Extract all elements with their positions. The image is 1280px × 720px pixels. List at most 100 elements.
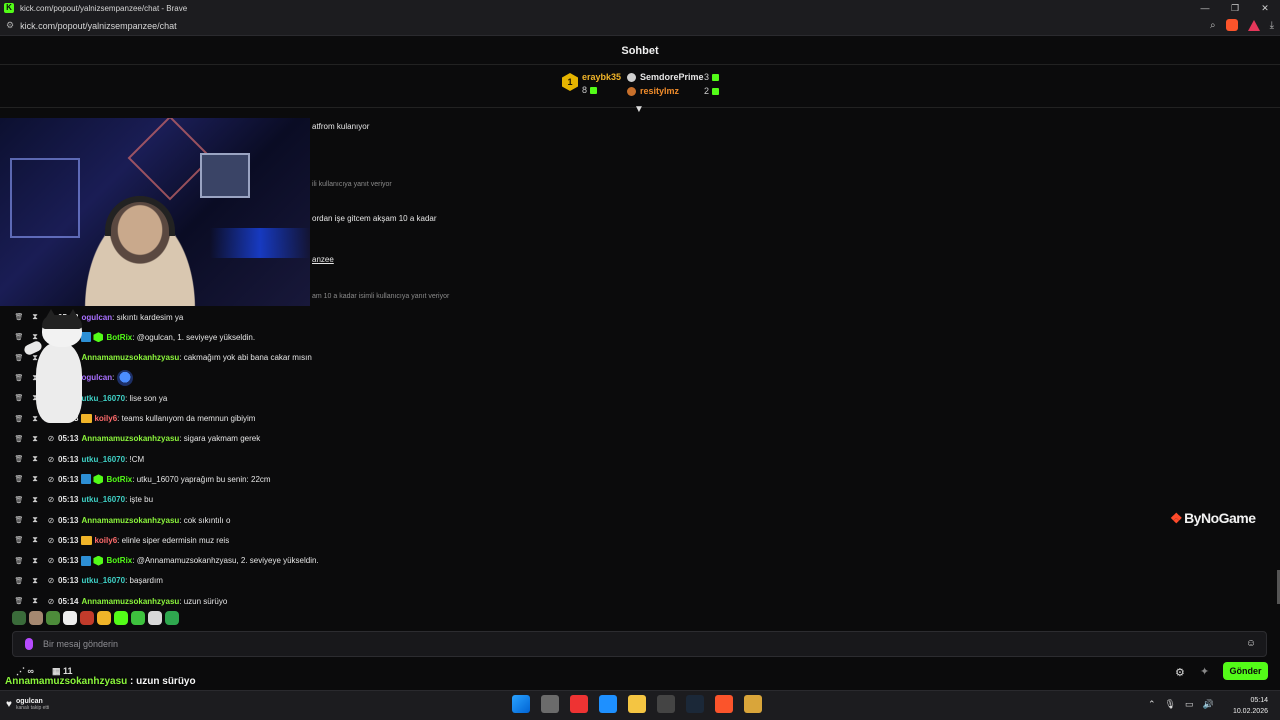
timeout-user-icon[interactable]: ⧗ [30, 495, 40, 505]
volume-icon[interactable]: 🔊 [1203, 699, 1214, 710]
chat-message-input[interactable] [43, 639, 1245, 649]
task-view-icon[interactable] [541, 695, 559, 713]
emote-icon[interactable] [97, 611, 111, 625]
emoji-picker-icon[interactable]: ☺ [1245, 638, 1257, 650]
timeout-user-icon[interactable]: ⧗ [30, 556, 40, 566]
send-button[interactable]: Gönder [1223, 662, 1268, 680]
chat-message-row[interactable]: 🗑 ⧗ ⊘ 05:13 utku_16070: !CM [14, 452, 145, 466]
emote-icon[interactable] [63, 611, 77, 625]
delete-message-icon[interactable]: 🗑 [14, 394, 24, 402]
message-username[interactable]: utku_16070 [81, 455, 125, 464]
delete-message-icon[interactable]: 🗑 [14, 597, 24, 605]
file-explorer-icon[interactable] [628, 695, 646, 713]
emote-icon[interactable] [165, 611, 179, 625]
app-icon[interactable] [599, 695, 617, 713]
zoom-icon[interactable]: ⌕ [1210, 20, 1216, 31]
ban-user-icon[interactable]: ⊘ [46, 495, 56, 504]
message-username[interactable]: koily6 [94, 536, 117, 545]
delete-message-icon[interactable]: 🗑 [14, 496, 24, 504]
timeout-user-icon[interactable]: ⧗ [30, 596, 40, 606]
microphone-icon[interactable] [25, 638, 33, 650]
timeout-user-icon[interactable]: ⧗ [30, 474, 40, 484]
delete-message-icon[interactable]: 🗑 [14, 577, 24, 585]
chat-message-row[interactable]: 🗑 ⧗ ⊘ 05:13 koily6: elinle siper edermisin m… [14, 533, 229, 547]
ban-user-icon[interactable]: ⊘ [46, 556, 56, 565]
delete-message-icon[interactable]: 🗑 [14, 455, 24, 463]
ban-user-icon[interactable]: ⊘ [46, 475, 56, 484]
app-icon[interactable] [570, 695, 588, 713]
message-username[interactable]: BotRix [106, 475, 132, 484]
chat-message-row[interactable]: 🗑 ⧗ ⊘ 05:13 utku_16070: işte bu [14, 493, 154, 507]
brave-browser-icon[interactable] [715, 695, 733, 713]
gifter-first[interactable]: 1 [562, 73, 583, 91]
message-username[interactable]: utku_16070 [81, 495, 125, 504]
chat-message-row[interactable]: 🗑 ⧗ ⊘ 05:14 Annamamuzsokanhzyasu: uzun sürüy… [14, 594, 228, 608]
delete-message-icon[interactable]: 🗑 [14, 536, 24, 544]
message-username[interactable]: Annamamuzsokanhzyasu [81, 353, 179, 362]
ban-user-icon[interactable]: ⊘ [46, 434, 56, 443]
partial-mention-link[interactable]: anzee [312, 255, 334, 264]
delete-message-icon[interactable]: 🗑 [14, 354, 24, 362]
steam-icon[interactable] [686, 695, 704, 713]
close-button[interactable]: ✕ [1250, 0, 1280, 16]
app-icon[interactable] [744, 695, 762, 713]
chat-settings-icon[interactable]: ⚙ [1175, 666, 1185, 679]
gift-sub-icon[interactable]: ✦ [1200, 665, 1209, 678]
chat-message-row[interactable]: 🗑 ⧗ ⊘ 05:13 utku_16070: başardım [14, 574, 163, 588]
message-username[interactable]: Annamamuzsokanhzyasu [81, 597, 179, 606]
chevron-up-icon[interactable]: ⌃ [1148, 699, 1156, 710]
message-username[interactable]: ogulcan [81, 373, 112, 382]
delete-message-icon[interactable]: 🗑 [14, 374, 24, 382]
delete-message-icon[interactable]: 🗑 [14, 475, 24, 483]
ban-user-icon[interactable]: ⊘ [46, 516, 56, 525]
emote-icon[interactable] [12, 611, 26, 625]
gifter-name[interactable]: resitylmz [627, 86, 679, 97]
message-username[interactable]: Annamamuzsokanhzyasu [81, 516, 179, 525]
obs-icon[interactable] [657, 695, 675, 713]
ban-user-icon[interactable]: ⊘ [46, 576, 56, 585]
ban-user-icon[interactable]: ⊘ [46, 597, 56, 606]
message-username[interactable]: utku_16070 [81, 576, 125, 585]
timeout-user-icon[interactable]: ⧗ [30, 434, 40, 444]
gifter-name[interactable]: SemdorePrime [627, 72, 704, 83]
message-username[interactable]: BotRix [106, 333, 132, 342]
message-username[interactable]: koily6 [94, 414, 117, 423]
timeout-user-icon[interactable]: ⧗ [30, 515, 40, 525]
emote-icon[interactable] [80, 611, 94, 625]
microphone-tray-icon[interactable]: 🎙 [1165, 699, 1176, 710]
chat-message-row[interactable]: 🗑 ⧗ ⊘ 05:13 BotRix: @Annamamuzsokanhzyasu, 2… [14, 554, 319, 568]
emote-icon[interactable] [46, 611, 60, 625]
message-username[interactable]: utku_16070 [81, 394, 125, 403]
message-username[interactable]: Annamamuzsokanhzyasu [81, 434, 179, 443]
timeout-user-icon[interactable]: ⧗ [30, 576, 40, 586]
chat-message-row[interactable]: 🗑 ⧗ ⊘ 05:13 BotRix: utku_16070 yaprağım bu s… [14, 472, 271, 486]
message-username[interactable]: BotRix [106, 556, 132, 565]
site-settings-icon[interactable]: ⚙ [6, 20, 14, 31]
windows-start-icon[interactable] [512, 695, 530, 713]
emote-icon[interactable] [148, 611, 162, 625]
delete-message-icon[interactable]: 🗑 [14, 557, 24, 565]
address-bar[interactable]: ⚙ kick.com/popout/yalnizsempanzee/chat ⌕… [0, 16, 1280, 36]
chat-message-row[interactable]: 🗑 ⧗ ⊘ 05:13 Annamamuzsokanhzyasu: cok sıkınt… [14, 513, 231, 527]
gifter-name[interactable]: eraybk35 [582, 72, 621, 82]
emote-icon[interactable] [114, 611, 128, 625]
delete-message-icon[interactable]: 🗑 [14, 333, 24, 341]
delete-message-icon[interactable]: 🗑 [14, 516, 24, 524]
brave-shields-icon[interactable] [1225, 19, 1238, 31]
delete-message-icon[interactable]: 🗑 [14, 415, 24, 423]
url-text[interactable]: kick.com/popout/yalnizsempanzee/chat [20, 21, 177, 31]
timeout-user-icon[interactable]: ⧗ [30, 535, 40, 545]
emote-icon[interactable] [131, 611, 145, 625]
message-username[interactable]: ogulcan [81, 313, 112, 322]
ban-user-icon[interactable]: ⊘ [46, 536, 56, 545]
network-icon[interactable]: ▭ [1185, 699, 1194, 710]
brave-rewards-icon[interactable] [1247, 19, 1260, 31]
emote-icon[interactable] [29, 611, 43, 625]
delete-message-icon[interactable]: 🗑 [14, 435, 24, 443]
taskbar-clock[interactable]: 05:14 10.02.2026 [1226, 695, 1268, 717]
restore-button[interactable]: ❐ [1220, 0, 1250, 16]
download-icon[interactable]: ⤓ [1270, 20, 1274, 31]
timeout-user-icon[interactable]: ⧗ [30, 454, 40, 464]
minimize-button[interactable]: — [1190, 0, 1220, 16]
ban-user-icon[interactable]: ⊘ [46, 455, 56, 464]
